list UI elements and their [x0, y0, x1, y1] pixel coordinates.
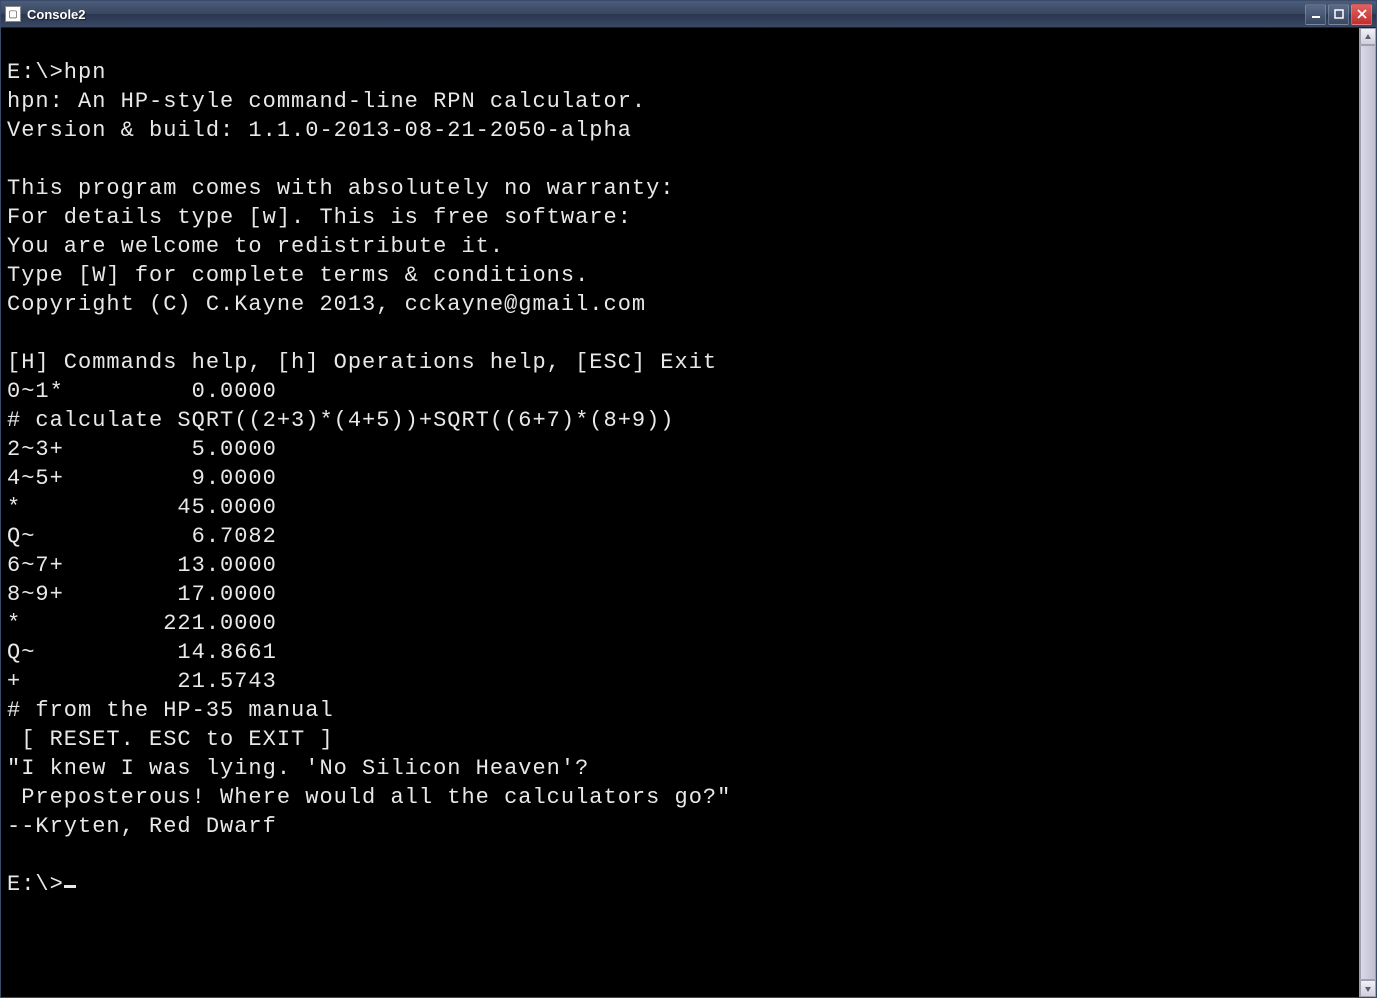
scroll-track[interactable] [1360, 45, 1376, 980]
maximize-button[interactable] [1328, 4, 1349, 25]
app-icon: ▢ [5, 6, 21, 22]
application-window: ▢ Console2 E:\>hpn hpn: An HP-style comm… [0, 0, 1377, 998]
titlebar[interactable]: ▢ Console2 [1, 1, 1376, 28]
minimize-button[interactable] [1305, 4, 1326, 25]
scroll-thumb[interactable] [1360, 45, 1376, 980]
window-controls [1305, 4, 1372, 25]
window-title: Console2 [27, 7, 1305, 22]
scroll-down-button[interactable] [1360, 980, 1376, 997]
terminal-output[interactable]: E:\>hpn hpn: An HP-style command-line RP… [1, 28, 1359, 997]
vertical-scrollbar[interactable] [1359, 28, 1376, 997]
content-area: E:\>hpn hpn: An HP-style command-line RP… [1, 28, 1376, 997]
scroll-up-button[interactable] [1360, 28, 1376, 45]
close-button[interactable] [1351, 4, 1372, 25]
cursor [64, 885, 76, 888]
